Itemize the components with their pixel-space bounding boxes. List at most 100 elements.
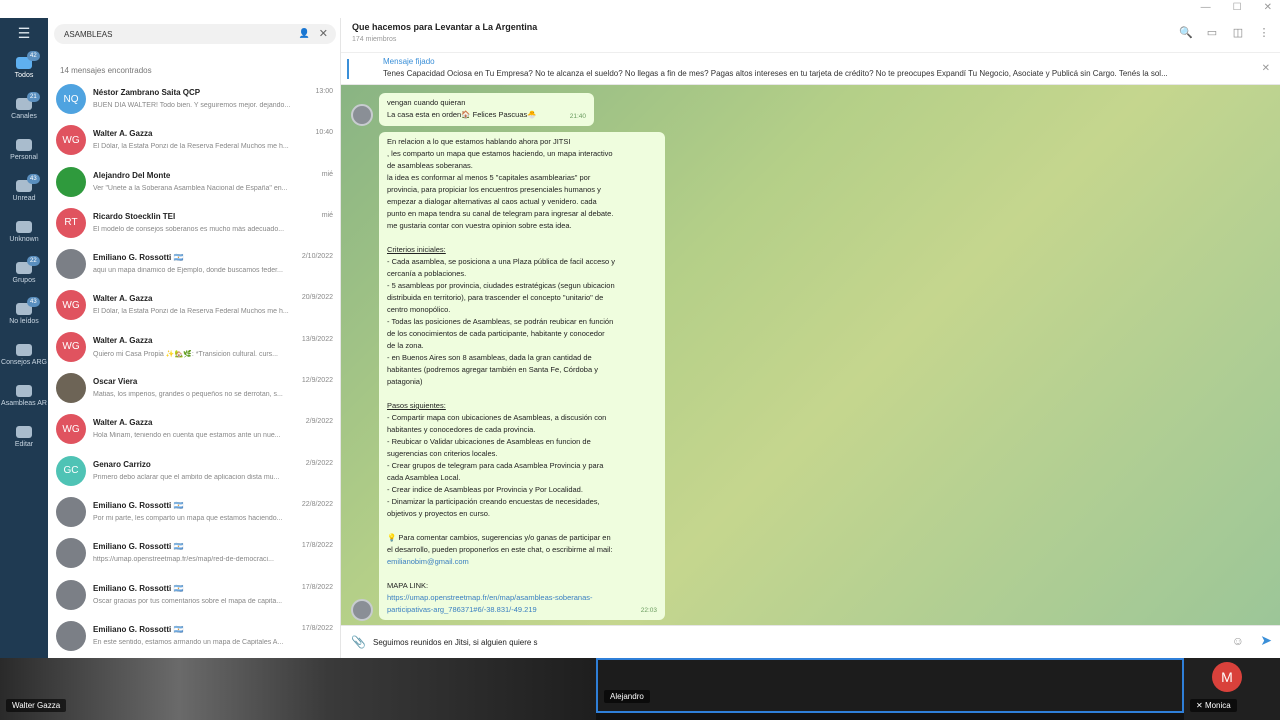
result-name: Emiliano G. Rossotti 🇦🇷 [93, 500, 184, 510]
result-preview: El Dólar, la Estafa Ponzi de la Reserva … [93, 143, 289, 151]
unpin-icon[interactable]: ✕ [1262, 63, 1270, 74]
result-preview: En este sentido, estamos armando un mapa… [93, 638, 284, 646]
person-filter-icon[interactable]: 👤 [299, 28, 310, 39]
maximize-icon[interactable]: ☐ [1233, 2, 1242, 13]
list-item[interactable]: WG Walter A. Gazza 20/9/2022 El Dólar, la E… [48, 286, 341, 327]
emoji-icon[interactable]: ☺ [1232, 634, 1244, 648]
list-item[interactable]: WG Walter A. Gazza 2/9/2022 Hola Miriam, te… [48, 410, 341, 451]
list-item[interactable]: WG Walter A. Gazza 10:40 El Dólar, la Estaf… [48, 121, 341, 162]
list-item[interactable]: Emiliano G. Rossotti 🇦🇷 17/8/2022 En este … [48, 617, 341, 658]
send-icon[interactable]: ➤ [1260, 632, 1272, 649]
video-tile[interactable]: M ✕ Monica [1184, 658, 1280, 720]
folder-2[interactable]: Personal [0, 130, 48, 171]
message-link[interactable]: emilianobim@gmail.com [387, 556, 657, 568]
minimize-icon[interactable]: — [1201, 2, 1211, 13]
unread-badge: 21 [27, 92, 40, 102]
message-text: patagonia) [387, 377, 423, 386]
list-item[interactable]: Emiliano G. Rossotti 🇦🇷 17/8/2022 https://… [48, 534, 341, 575]
video-tile[interactable]: Alejandro [596, 658, 1184, 713]
avatar: GC [56, 455, 86, 486]
folder-7[interactable]: Consejos ARG [0, 335, 48, 376]
message-composer: 📎 ☺ ➤ [341, 625, 1280, 658]
message-link[interactable]: https://umap.openstreetmap.fr/en/map/asa… [387, 592, 657, 604]
message-bubble[interactable]: vengan cuando quieran La casa esta en ord… [379, 93, 594, 126]
pinned-message[interactable]: Mensaje fijado Tenes Capacidad Ociosa en… [341, 53, 1280, 85]
close-icon[interactable]: ✕ [319, 27, 328, 40]
folder-label: Todos [14, 72, 34, 79]
sidebar-toggle-icon[interactable]: ◫ [1230, 26, 1246, 39]
folder-9[interactable]: Editar [0, 417, 48, 458]
message-bubble[interactable]: En relacion a lo que estamos hablando ah… [379, 132, 665, 620]
video-tile[interactable]: Walter Gazza [0, 658, 596, 720]
pinned-text: Tenes Capacidad Ociosa en Tu Empresa? No… [383, 69, 1168, 78]
folder-8[interactable]: Asambleas AR [0, 376, 48, 417]
result-name: Walter A. Gazza [93, 294, 153, 304]
list-item[interactable]: Emiliano G. Rossotti 🇦🇷 17/8/2022 Oscar gr… [48, 576, 341, 617]
message-text: vengan cuando quieran [387, 98, 466, 107]
message-text: La casa esta en orden🏠 Felices Pascuas🐣 [387, 110, 537, 119]
list-item[interactable]: Alejandro Del Monte mié Ver "Unete a la So… [48, 163, 341, 204]
message-text: centro monopólico. [387, 305, 451, 314]
list-item[interactable]: Emiliano G. Rossotti 🇦🇷 22/8/2022 Por mi p… [48, 493, 341, 534]
message-text: 💡 Para comentar cambios, sugerencias y/o… [387, 533, 611, 542]
chat-title[interactable]: Que hacemos para Levantar a La Argentina [352, 22, 537, 32]
folder-label: Consejos ARG [1, 359, 47, 366]
mic-muted-icon: ✕ [1196, 701, 1205, 710]
window-title-bar: — ☐ ✕ [0, 0, 1280, 18]
message-text: En relacion a lo que estamos hablando ah… [387, 137, 571, 146]
folder-label: Grupos [12, 277, 36, 284]
pinned-label: Mensaje fijado [383, 57, 435, 66]
video-chat-icon[interactable]: ▭ [1204, 26, 1220, 39]
avatar[interactable] [351, 599, 373, 621]
chat-messages-area: vengan cuando quieran La casa esta en ord… [341, 85, 1280, 625]
message-text: - Dinamizar la participación creando enc… [387, 497, 600, 506]
list-item[interactable]: Emiliano G. Rossotti 🇦🇷 2/10/2022 aqui un … [48, 245, 341, 286]
message-link[interactable]: participativas-arg_786371#6/-38.831/-49.… [387, 604, 657, 616]
result-date: mié [321, 170, 333, 178]
avatar [56, 166, 86, 197]
search-results-panel: ASAMBLEAS 👤 ✕ 14 mensajes encontrados NQ… [48, 18, 341, 658]
folder-5[interactable]: Grupos 22 [0, 253, 48, 294]
folder-3[interactable]: Unread 43 [0, 171, 48, 212]
folder-icon [16, 426, 32, 438]
results-count: 14 mensajes encontrados [60, 66, 152, 75]
folder-0[interactable]: Todos 42 [0, 48, 48, 89]
unread-badge: 43 [27, 174, 40, 184]
menu-icon[interactable]: ☰ [0, 18, 48, 48]
folder-1[interactable]: Canales 21 [0, 89, 48, 130]
result-date: 22/8/2022 [301, 500, 333, 508]
search-icon[interactable]: 🔍 [1178, 26, 1194, 39]
message-text: provincia, para propiciar los encuentros… [387, 185, 601, 194]
result-name: Alejandro Del Monte [93, 170, 171, 180]
message-text: sugerencias con criterios locales. [387, 449, 498, 458]
list-item[interactable]: NQ Néstor Zambrano Saita QCP 13:00 BUEN DIA… [48, 80, 341, 121]
result-preview: Matias, los imperios, grandes o pequeños… [93, 391, 283, 399]
message-input[interactable] [373, 633, 1213, 651]
search-box[interactable]: ASAMBLEAS 👤 ✕ [54, 24, 336, 44]
list-item[interactable]: GC Genaro Carrizo 2/9/2022 Primero debo acl… [48, 452, 341, 493]
close-window-icon[interactable]: ✕ [1264, 2, 1272, 13]
avatar: WG [56, 290, 86, 321]
message-text: empezar a dialogar alternativas al caos … [387, 197, 597, 206]
result-date: 17/8/2022 [301, 624, 333, 632]
unread-badge: 43 [27, 297, 40, 307]
folder-6[interactable]: No leídos 43 [0, 294, 48, 335]
result-preview: Ver "Unete a la Soberana Asamblea Nacion… [93, 184, 288, 192]
attach-icon[interactable]: 📎 [351, 635, 366, 649]
result-date: 2/10/2022 [301, 253, 333, 261]
list-item[interactable]: WG Walter A. Gazza 13/9/2022 Quiero mi Casa… [48, 328, 341, 369]
avatar [56, 620, 86, 651]
message-text: , les comparto un mapa que estamos hacie… [387, 149, 613, 158]
message-text [387, 232, 657, 244]
avatar[interactable] [351, 104, 373, 126]
more-icon[interactable]: ⋮ [1256, 26, 1272, 39]
message-text: de los conocimientos de cada participant… [387, 329, 605, 338]
folder-4[interactable]: Unknown [0, 212, 48, 253]
list-item[interactable]: Oscar Viera 12/9/2022 Matias, los imperios… [48, 369, 341, 410]
list-item[interactable]: RT Ricardo Stoecklin TEI mié El modelo de c… [48, 204, 341, 245]
search-input[interactable]: ASAMBLEAS [64, 30, 112, 39]
message-text: - Todas las posiciones de Asambleas, se … [387, 317, 614, 326]
result-name: Emiliano G. Rossotti 🇦🇷 [93, 253, 184, 263]
message-text: - Compartir mapa con ubicaciones de Asam… [387, 413, 607, 422]
folder-label: Unread [12, 195, 36, 202]
